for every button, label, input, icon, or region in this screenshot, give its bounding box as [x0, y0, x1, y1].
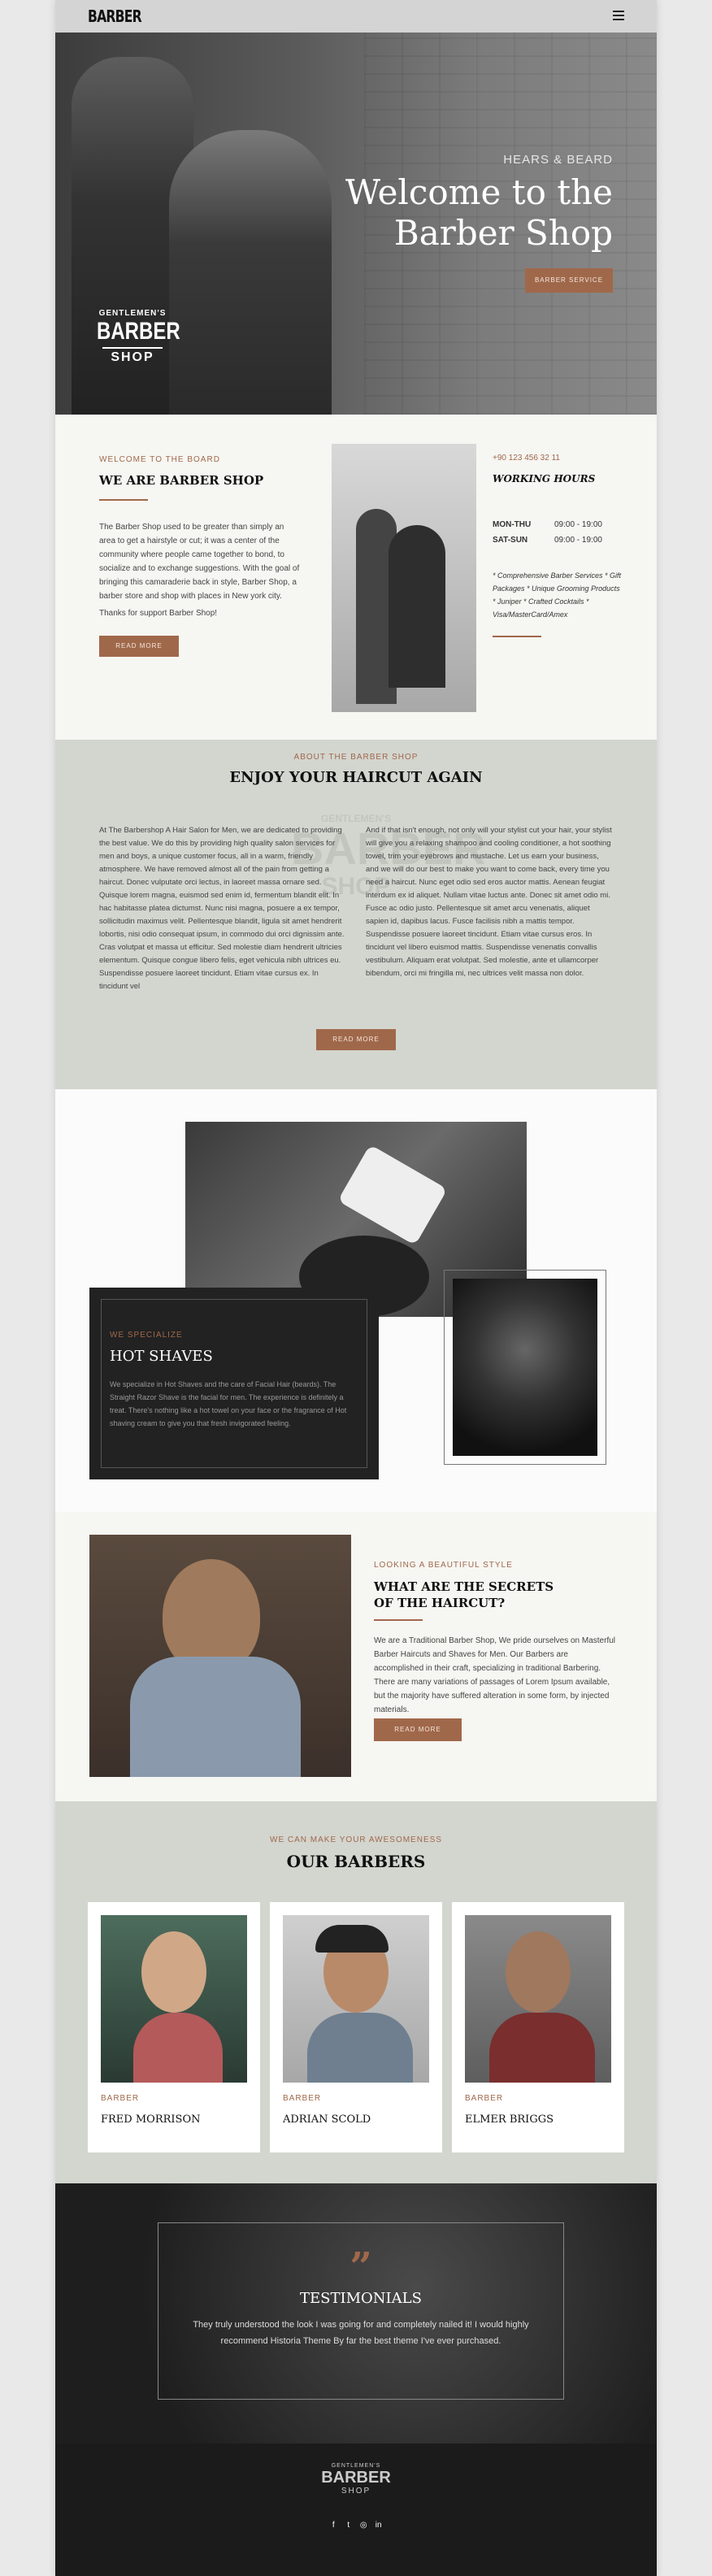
barber-photo	[465, 1915, 611, 2083]
page: BARBER GENTLEMEN'S BARBER SHOP HEARS & B…	[55, 0, 657, 2576]
linkedin-icon[interactable]: in	[373, 2521, 384, 2530]
about-title: WE ARE BARBER SHOP	[99, 473, 264, 488]
barber-name: FRED MORRISON	[101, 2113, 201, 2126]
testimonial-box: ” TESTIMONIALS They truly understood the…	[158, 2222, 564, 2400]
hours-row: SAT-SUN 09:00 - 19:00	[493, 536, 614, 545]
secrets-man-shirt	[130, 1657, 301, 1777]
site-header: BARBER	[55, 0, 657, 33]
haircut-column-1: At The Barbershop A Hair Salon for Men, …	[99, 826, 345, 991]
secrets-eyebrow: LOOKING A BEAUTIFUL STYLE	[374, 1561, 513, 1570]
haircut-title: ENJOY YOUR HAIRCUT AGAIN	[229, 769, 483, 786]
hero-title: Welcome to the Barber Shop	[345, 172, 613, 253]
site-logo[interactable]: BARBER	[88, 7, 142, 26]
about-paragraph-1: The Barber Shop used to be greater than …	[99, 523, 300, 601]
haircut-column-2: And if that isn't enough, not only will …	[366, 826, 612, 978]
footer-badge[interactable]: GENTLEMEN'S BARBER SHOP	[55, 2444, 657, 2496]
barber-role: BARBER	[101, 2094, 140, 2103]
shaves-text: We specialize in Hot Shaves and the care…	[110, 1380, 347, 1427]
footer-badge-line2: BARBER	[321, 2469, 391, 2487]
hamburger-icon[interactable]	[613, 11, 624, 20]
secrets-underline	[374, 1619, 423, 1621]
secrets-image	[89, 1535, 351, 1777]
hours-underline	[493, 636, 541, 637]
hero-badge: GENTLEMEN'S BARBER SHOP	[88, 309, 180, 365]
about-image-client	[389, 525, 445, 688]
hours-day: MON-THU	[493, 520, 532, 529]
haircut-read-more-button[interactable]: READ MORE	[316, 1029, 396, 1050]
barber-card[interactable]: BARBER ELMER BRIGGS	[452, 1902, 624, 2152]
barber-photo	[101, 1915, 247, 2083]
barber-face	[141, 1931, 206, 2013]
twitter-icon[interactable]: t	[343, 2521, 354, 2530]
barber-scarf	[133, 2013, 223, 2083]
barber-role: BARBER	[465, 2094, 504, 2103]
about-paragraph-2: Thanks for support Barber Shop!	[99, 609, 218, 618]
hours-time: 09:00 - 19:00	[554, 536, 602, 545]
about-section: WELCOME TO THE BOARD WE ARE BARBER SHOP …	[55, 415, 657, 740]
hours-list: MON-THU 09:00 - 19:00 SAT-SUN 09:00 - 19:0…	[493, 520, 614, 551]
bearded-man-portrait	[453, 1279, 597, 1456]
site-footer: GENTLEMEN'S BARBER SHOP f t ◎ in	[55, 2444, 657, 2576]
badge-line2: BARBER	[97, 318, 180, 345]
facebook-icon[interactable]: f	[328, 2521, 339, 2530]
barber-shirt	[307, 2013, 413, 2083]
about-eyebrow: WELCOME TO THE BOARD	[99, 455, 220, 464]
services-list: * Comprehensive Barber Services * Gift P…	[493, 571, 622, 619]
barber-service-button[interactable]: BARBER SERVICE	[525, 268, 613, 293]
footer-badge-line1: GENTLEMEN'S	[331, 2463, 381, 2469]
testimonials-section: ” TESTIMONIALS They truly understood the…	[55, 2183, 657, 2444]
quote-icon: ”	[349, 2244, 372, 2290]
footer-badge-line3: SHOP	[341, 2487, 371, 2496]
badge-line1: GENTLEMEN'S	[98, 309, 167, 318]
secrets-title: WHAT ARE THE SECRETS OF THE HAIRCUT?	[374, 1579, 554, 1610]
barber-face	[506, 1931, 571, 2013]
instagram-icon[interactable]: ◎	[358, 2521, 369, 2530]
barber-card[interactable]: BARBER FRED MORRISON	[88, 1902, 260, 2152]
haircut-section: ABOUT THE BARBER SHOP ENJOY YOUR HAIRCUT…	[55, 740, 657, 1089]
shaves-eyebrow: WE SPECIALIZE	[110, 1331, 183, 1340]
hours-day: SAT-SUN	[493, 536, 528, 545]
hero-subtitle: HEARS & BEARD	[503, 153, 613, 167]
hot-shaves-inner: WE SPECIALIZE HOT SHAVES We specialize i…	[101, 1299, 367, 1468]
working-hours-title: WORKING HOURS	[493, 473, 596, 484]
barbers-section: WE CAN MAKE YOUR AWESOMENESS OUR BARBERS…	[55, 1801, 657, 2183]
secrets-man-head	[163, 1559, 260, 1673]
hours-time: 09:00 - 19:00	[554, 520, 602, 529]
barber-role: BARBER	[283, 2094, 322, 2103]
barber-name: ELMER BRIGGS	[465, 2113, 554, 2126]
testimonial-text: They truly understood the look I was goi…	[193, 2320, 529, 2346]
shave-towel	[337, 1144, 448, 1246]
haircut-eyebrow: ABOUT THE BARBER SHOP	[293, 753, 419, 762]
portrait-frame	[444, 1270, 606, 1465]
about-image	[332, 444, 476, 712]
badge-line3: SHOP	[102, 347, 163, 365]
secrets-read-more-button[interactable]: READ MORE	[374, 1718, 462, 1741]
barber-cap	[315, 1925, 389, 1953]
hours-row: MON-THU 09:00 - 19:00	[493, 520, 614, 529]
hot-shaves-section: WE SPECIALIZE HOT SHAVES We specialize i…	[55, 1089, 657, 1512]
barbers-eyebrow: WE CAN MAKE YOUR AWESOMENESS	[270, 1835, 442, 1844]
shaves-title: HOT SHAVES	[110, 1348, 213, 1365]
barber-name: ADRIAN SCOLD	[283, 2113, 371, 2126]
testimonials-title: TESTIMONIALS	[300, 2290, 422, 2307]
barbers-title: OUR BARBERS	[286, 1852, 426, 1871]
secrets-text: We are a Traditional Barber Shop, We pri…	[374, 1636, 616, 1714]
hero-banner: GENTLEMEN'S BARBER SHOP HEARS & BEARD We…	[55, 33, 657, 415]
social-links: f t ◎ in	[55, 2517, 657, 2531]
hot-shaves-box: WE SPECIALIZE HOT SHAVES We specialize i…	[89, 1288, 379, 1479]
about-underline	[99, 499, 148, 501]
barber-photo	[283, 1915, 429, 2083]
haircut-columns: At The Barbershop A Hair Salon for Men, …	[99, 824, 613, 993]
secrets-section: LOOKING A BEAUTIFUL STYLE WHAT ARE THE S…	[55, 1512, 657, 1801]
barber-shirt	[489, 2013, 595, 2083]
barber-card[interactable]: BARBER ADRIAN SCOLD	[270, 1902, 442, 2152]
phone-number[interactable]: +90 123 456 32 11	[493, 454, 560, 463]
about-read-more-button[interactable]: READ MORE	[99, 636, 179, 657]
